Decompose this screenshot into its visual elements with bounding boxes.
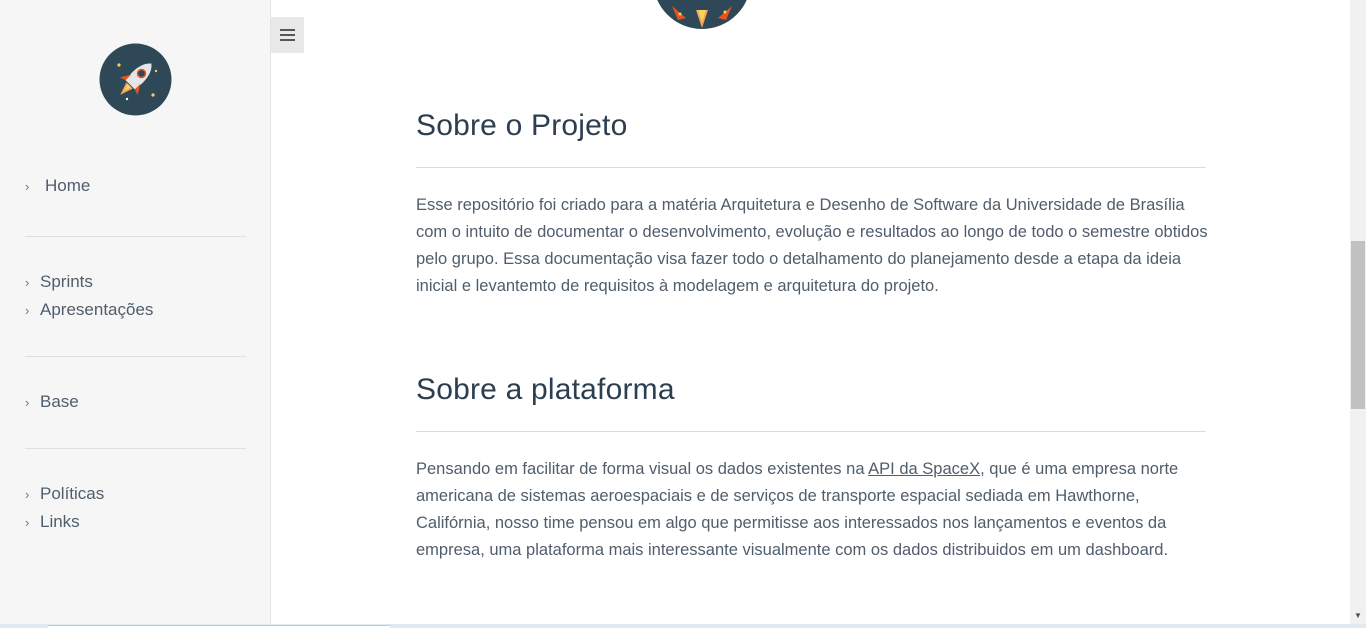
chevron-right-icon: › — [25, 394, 30, 410]
sidebar-item-label: Apresentações — [40, 300, 154, 319]
chevron-right-icon: › — [25, 274, 30, 290]
sidebar: › Home › Sprints › Apresentações › Base … — [0, 0, 271, 628]
nav-group-sprints: › Sprints › Apresentações — [25, 268, 246, 324]
chevron-right-icon: › — [25, 302, 30, 318]
sidebar-item-links[interactable]: › Links — [25, 508, 246, 536]
sidebar-item-label: Base — [40, 392, 79, 411]
chevron-right-icon: › — [25, 514, 30, 530]
nav-group-home: › Home — [25, 172, 246, 200]
spacex-api-link[interactable]: API da SpaceX — [868, 460, 980, 478]
rocket-logo-icon[interactable] — [99, 43, 172, 116]
nav-divider — [25, 448, 246, 449]
chevron-right-icon: › — [25, 486, 30, 502]
nav-group-base: › Base — [25, 388, 246, 416]
nav-group-politicas: › Políticas › Links — [25, 480, 246, 536]
nav-divider — [25, 356, 246, 357]
scrollbar-thumb[interactable] — [1351, 241, 1365, 409]
main-content: Sobre o Projeto Esse repositório foi cri… — [272, 0, 1350, 628]
section-paragraph: Pensando em facilitar de forma visual os… — [416, 456, 1208, 564]
nav-divider — [25, 236, 246, 237]
chevron-right-icon: › — [25, 178, 30, 194]
sidebar-item-apresentacoes[interactable]: › Apresentações — [25, 296, 246, 324]
sidebar-item-label: Sprints — [40, 272, 93, 291]
sidebar-item-label: Links — [40, 512, 80, 531]
sidebar-item-politicas[interactable]: › Políticas — [25, 480, 246, 508]
section-title: Sobre a plataforma — [416, 373, 675, 406]
paragraph-text: Pensando em facilitar de forma visual os… — [416, 460, 869, 478]
sidebar-item-base[interactable]: › Base — [25, 388, 246, 416]
section-divider — [416, 431, 1206, 432]
rocket-banner-icon — [652, 0, 752, 30]
scroll-down-arrow-icon[interactable]: ▼ — [1351, 609, 1365, 623]
section-paragraph: Esse repositório foi criado para a matér… — [416, 196, 1208, 295]
section-title: Sobre o Projeto — [416, 109, 628, 142]
sidebar-item-label: Políticas — [40, 484, 105, 503]
sidebar-item-sprints[interactable]: › Sprints — [25, 268, 246, 296]
section-divider — [416, 167, 1206, 168]
sidebar-item-home[interactable]: › Home — [25, 172, 246, 200]
sidebar-item-label: Home — [45, 176, 91, 195]
